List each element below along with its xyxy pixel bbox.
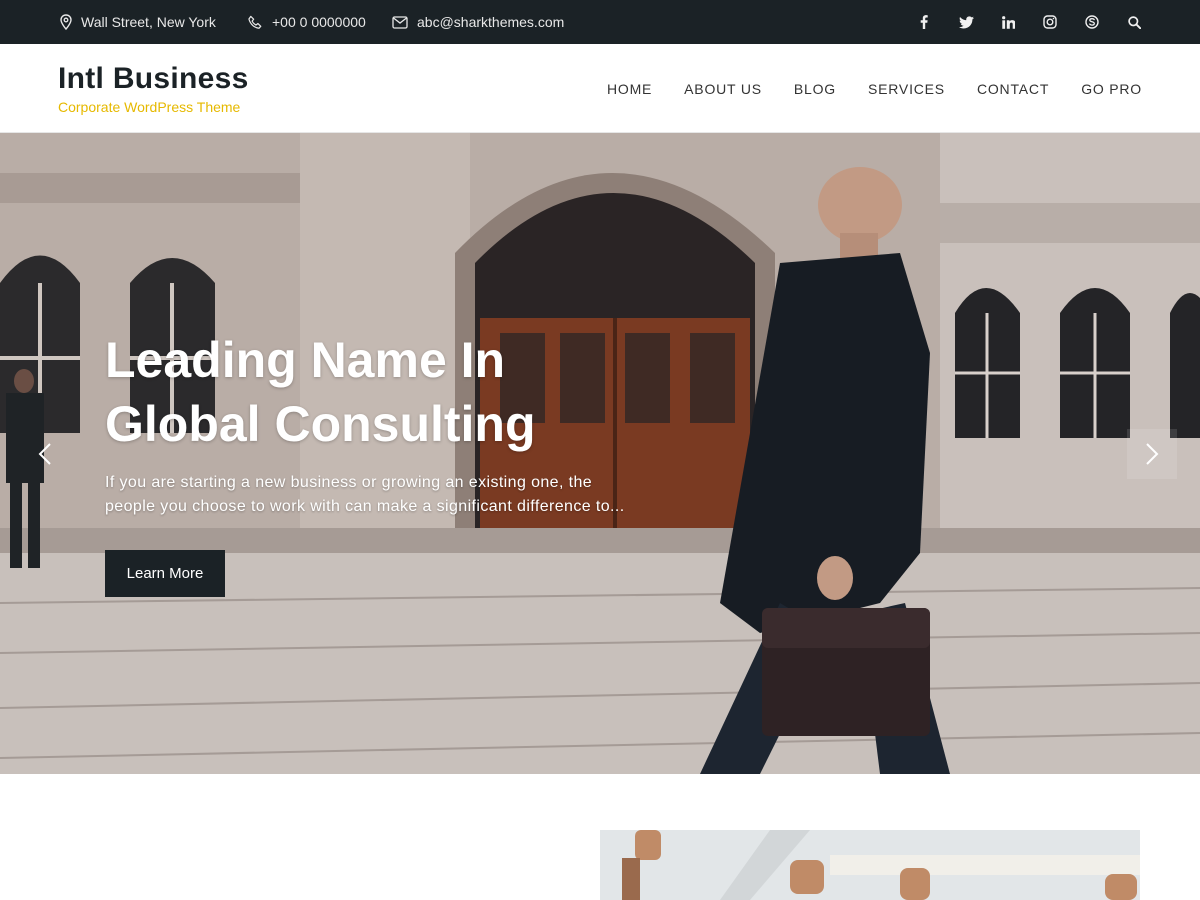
chevron-left-icon (38, 443, 51, 465)
map-pin-icon (60, 14, 72, 30)
hero-slider: Leading Name In Global Consulting If you… (0, 133, 1200, 774)
hero-title: Leading Name In Global Consulting (105, 328, 665, 456)
hero-description-line-2: people you choose to work with can make … (105, 498, 625, 515)
site-header: Intl Business Corporate WordPress Theme … (0, 44, 1200, 133)
address-text: Wall Street, New York (81, 14, 216, 30)
nav-services[interactable]: SERVICES (868, 81, 945, 97)
search-icon[interactable] (1126, 14, 1142, 30)
nav-go-pro[interactable]: GO PRO (1081, 81, 1142, 97)
address-item: Wall Street, New York (60, 0, 216, 44)
hero-title-line-2: Global Consulting (105, 396, 536, 452)
raised-fists-image (600, 830, 1140, 900)
twitter-icon[interactable] (958, 14, 974, 30)
linkedin-icon[interactable] (1000, 14, 1016, 30)
phone-item[interactable]: +00 0 0000000 (248, 0, 366, 44)
slider-prev-arrow[interactable] (20, 429, 70, 479)
email-text: abc@sharkthemes.com (417, 14, 565, 30)
email-item[interactable]: abc@sharkthemes.com (392, 0, 564, 44)
skype-icon[interactable] (1084, 14, 1100, 30)
chevron-right-icon (1146, 443, 1159, 465)
nav-home[interactable]: HOME (607, 81, 652, 97)
nav-about-us[interactable]: ABOUT US (684, 81, 762, 97)
feature-image (600, 830, 1140, 900)
learn-more-button[interactable]: Learn More (105, 550, 225, 597)
slider-next-arrow[interactable] (1127, 429, 1177, 479)
hero-description: If you are starting a new business or gr… (105, 471, 685, 519)
instagram-icon[interactable] (1042, 14, 1058, 30)
phone-text: +00 0 0000000 (272, 14, 366, 30)
site-tagline: Corporate WordPress Theme (58, 99, 241, 115)
main-nav: HOME ABOUT US BLOG SERVICES CONTACT GO P… (575, 44, 1142, 133)
facebook-icon[interactable] (916, 14, 932, 30)
nav-blog[interactable]: BLOG (794, 81, 836, 97)
social-links (890, 0, 1142, 44)
phone-icon (248, 15, 262, 29)
site-title[interactable]: Intl Business (58, 62, 249, 96)
top-bar: Wall Street, New York +00 0 0000000 abc@… (0, 0, 1200, 44)
hero-description-line-1: If you are starting a new business or gr… (105, 474, 593, 491)
nav-contact[interactable]: CONTACT (977, 81, 1049, 97)
envelope-icon (392, 15, 408, 29)
hero-title-line-1: Leading Name In (105, 332, 506, 388)
